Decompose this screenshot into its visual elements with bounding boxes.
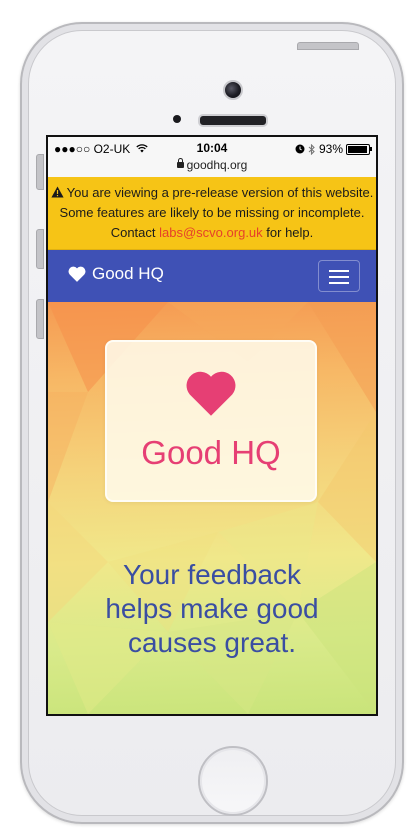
alarm-icon xyxy=(295,144,305,154)
power-button xyxy=(297,42,359,50)
status-indicators: 93% xyxy=(295,142,372,156)
proximity-sensor xyxy=(173,115,181,123)
logo-title: Good HQ xyxy=(141,434,281,471)
silent-switch xyxy=(36,154,44,190)
tagline-line: helps make good xyxy=(105,593,319,624)
screen: ●●●○○ O2-UK 10:04 93% goodhq.org You are… xyxy=(46,135,378,716)
heart-icon xyxy=(68,266,86,282)
battery-percent: 93% xyxy=(318,142,343,156)
brand-name: Good HQ xyxy=(92,264,164,283)
heart-icon xyxy=(186,371,236,416)
warning-icon xyxy=(51,186,64,198)
prerelease-banner: You are viewing a pre-release version of… xyxy=(48,177,376,250)
url-bar[interactable]: goodhq.org xyxy=(48,158,376,172)
status-bar: ●●●○○ O2-UK 10:04 93% goodhq.org xyxy=(48,137,376,177)
logo-card: Good HQ xyxy=(105,340,317,502)
home-button[interactable] xyxy=(198,746,268,816)
lock-icon xyxy=(176,158,184,168)
volume-up-button xyxy=(36,229,44,269)
earpiece-speaker xyxy=(198,114,268,127)
volume-down-button xyxy=(36,299,44,339)
tagline-line: Your feedback xyxy=(123,559,301,590)
hero-tagline: Your feedback helps make good causes gre… xyxy=(48,558,376,660)
battery-icon xyxy=(346,143,372,155)
hamburger-menu-button[interactable] xyxy=(318,260,360,292)
banner-text-end: for help. xyxy=(266,225,314,240)
navbar: Good HQ xyxy=(48,250,376,302)
brand-link[interactable]: Good HQ xyxy=(68,264,164,284)
contact-email-link[interactable]: labs@scvo.org.uk xyxy=(159,225,263,240)
front-camera-icon xyxy=(223,80,243,100)
hero-section: Good HQ Your feedback helps make good ca… xyxy=(48,302,376,714)
tagline-line: causes great. xyxy=(127,627,297,658)
bluetooth-icon xyxy=(308,143,315,155)
url-text: goodhq.org xyxy=(186,158,248,172)
